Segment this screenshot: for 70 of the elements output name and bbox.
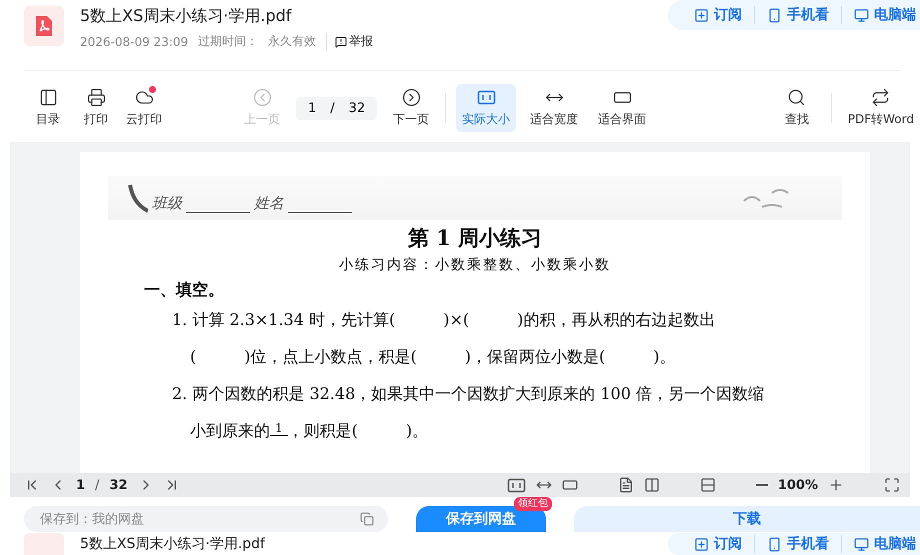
view-mode-button[interactable]: 适合宽度 bbox=[524, 84, 584, 132]
monitor-icon bbox=[854, 536, 869, 552]
toolbar-button[interactable]: PDF转Word bbox=[842, 84, 920, 132]
actual-size-icon bbox=[476, 88, 496, 108]
page-number: 1 bbox=[76, 478, 86, 493]
header-action-button[interactable]: 订阅 bbox=[682, 535, 755, 554]
save-to-drive-button[interactable]: 保存到网盘 bbox=[416, 506, 546, 532]
header-action-button[interactable]: 手机看 bbox=[755, 6, 842, 24]
page-total: 32 bbox=[109, 478, 128, 493]
question-text: 小到原来的 1 ，则积是( )。 bbox=[189, 420, 430, 442]
single-page-button[interactable] bbox=[618, 477, 634, 494]
worksheet-subtitle: 小练习内容：小数乘整数、小数乘小数 bbox=[338, 256, 612, 274]
plus-square-icon bbox=[694, 536, 709, 552]
zoom-out-button[interactable] bbox=[756, 484, 768, 486]
page-separator: / bbox=[95, 478, 100, 493]
toolbar-button[interactable]: 云打印 bbox=[120, 84, 168, 132]
search-icon bbox=[787, 88, 806, 108]
brush-stroke-drawing bbox=[128, 183, 148, 214]
convert-icon bbox=[871, 88, 890, 108]
file-name: 5数上XS周末小练习·学用.pdf bbox=[80, 6, 293, 27]
phone-icon bbox=[767, 536, 782, 552]
expiry-value: 永久有效 bbox=[268, 33, 316, 50]
view-mode-button[interactable]: 实际大小 bbox=[456, 84, 516, 132]
save-location-field[interactable]: 保存到：我的网盘 bbox=[24, 506, 388, 532]
two-rows-icon bbox=[700, 477, 716, 494]
question-text: 2. 两个因数的积是 32.48，如果其中一个因数扩大到原来的 100 倍，另一个因数缩 bbox=[171, 383, 765, 406]
gift-badge: 领红包 bbox=[514, 497, 552, 512]
toolbar-button[interactable]: 查找 bbox=[772, 84, 821, 132]
toolbar-button[interactable]: 目录 bbox=[24, 84, 72, 132]
printer-icon bbox=[86, 88, 106, 108]
minus-icon bbox=[756, 484, 768, 486]
upload-date: 2026-08-09 23:09 bbox=[80, 34, 188, 48]
monitor-icon bbox=[854, 8, 869, 22]
expiry-label: 过期时间： bbox=[198, 33, 258, 50]
page-total: 32 bbox=[348, 100, 366, 116]
page-separator: / bbox=[330, 100, 335, 116]
header-action-button[interactable]: 订阅 bbox=[682, 6, 755, 24]
toolbar-button[interactable]: 打印 bbox=[72, 84, 120, 132]
phone-icon bbox=[767, 8, 782, 22]
copy-icon bbox=[360, 512, 374, 526]
fullscreen-icon bbox=[884, 477, 900, 494]
view-mode-button[interactable]: 适合界面 bbox=[592, 84, 652, 132]
sidebar-icon bbox=[38, 88, 58, 108]
header-action-button[interactable]: 电脑端 bbox=[842, 6, 920, 24]
warning-icon bbox=[335, 36, 348, 48]
page-number-field[interactable]: 1 / 32 bbox=[296, 96, 378, 120]
page-icon bbox=[618, 477, 634, 494]
question-text: ( )位，点上小数点，积是( )，保留两位小数是( )。 bbox=[189, 346, 676, 368]
worksheet-title: 第 1 周小练习 bbox=[406, 224, 544, 252]
download-button[interactable]: 下载 bbox=[574, 506, 920, 532]
file-name: 5数上XS周末小练习·学用.pdf bbox=[80, 535, 266, 554]
name-label: 姓名 bbox=[254, 194, 284, 214]
next-page-button[interactable]: 下一页 bbox=[387, 84, 436, 132]
report-link[interactable]: 举报 bbox=[326, 33, 374, 50]
fullscreen-button[interactable] bbox=[884, 477, 900, 494]
chevron-left-icon bbox=[252, 88, 272, 108]
plus-square-icon bbox=[694, 8, 709, 22]
class-label: 班级 bbox=[152, 194, 182, 214]
pdf-file-icon bbox=[24, 6, 64, 46]
scroll-mode-button[interactable] bbox=[700, 477, 716, 494]
save-location-text: 保存到：我的网盘 bbox=[40, 511, 144, 528]
question-text: 1. 计算 2.3×1.34 时，先计算( )×( )的积，再从积的右边起数出 bbox=[171, 309, 716, 332]
section-heading: 一、填空。 bbox=[143, 280, 225, 302]
page-number: 1 bbox=[308, 100, 316, 116]
two-page-button[interactable] bbox=[644, 477, 660, 494]
chevron-right-icon bbox=[402, 88, 421, 108]
two-columns-icon bbox=[644, 477, 660, 494]
zoom-level: 100% bbox=[778, 478, 818, 493]
header-action-button[interactable]: 电脑端 bbox=[842, 535, 920, 554]
header-action-button[interactable]: 手机看 bbox=[755, 535, 842, 554]
